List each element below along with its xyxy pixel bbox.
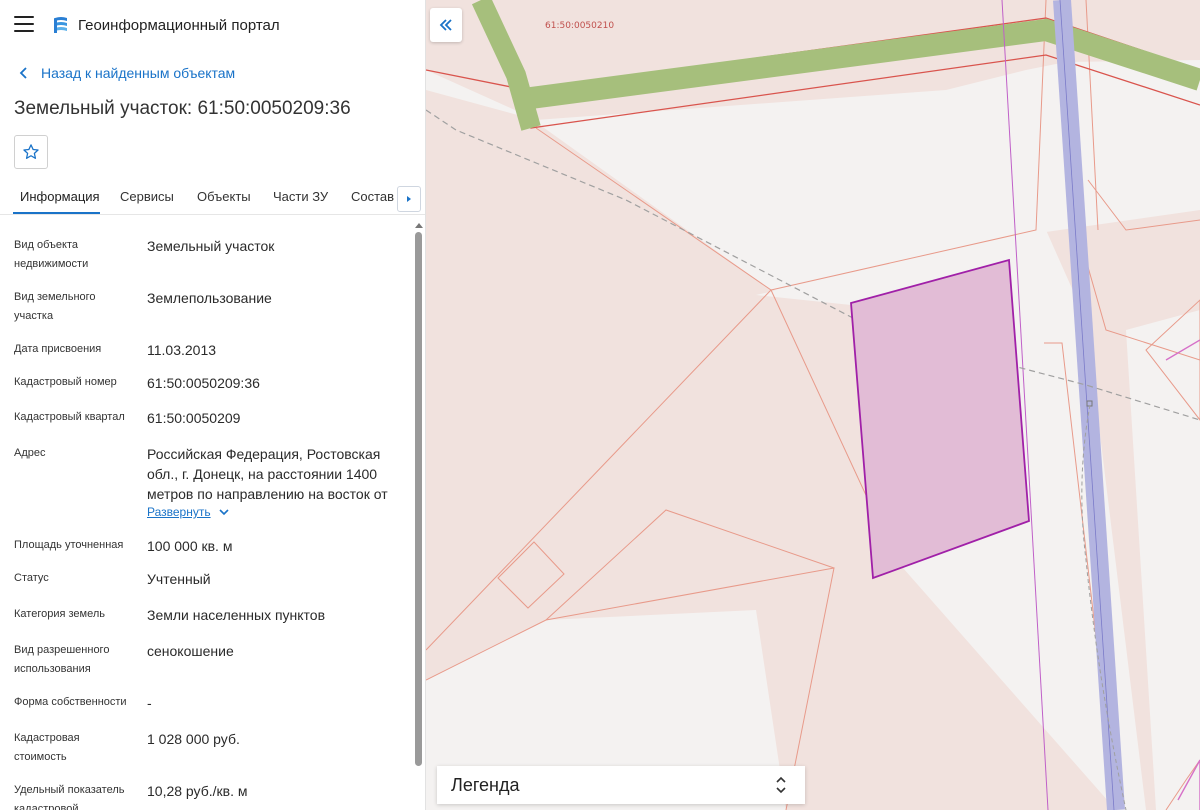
map-view[interactable]: 61:50:0050210 — [426, 0, 1200, 810]
collapse-panel-button[interactable] — [430, 8, 462, 42]
star-icon — [23, 144, 39, 159]
attribute-value: 10,28 руб./кв. м — [147, 783, 248, 799]
favorite-button[interactable] — [14, 135, 48, 169]
tab-parcel-parts[interactable]: Части ЗУ — [273, 189, 328, 204]
attribute-value: Землепользование — [147, 290, 272, 306]
attribute-value: Учтенный — [147, 571, 211, 587]
active-tab-indicator — [13, 212, 100, 214]
attribute-label: Удельный показатель кадастровой — [14, 784, 125, 810]
expand-collapse-icon[interactable] — [775, 775, 787, 795]
attribute-value: Российская Федерация, Ростовская обл., г… — [147, 446, 388, 502]
tab-information[interactable]: Информация — [20, 189, 100, 204]
chevron-left-icon — [19, 67, 27, 79]
attribute-label: Кадастровый квартал — [14, 411, 125, 423]
attribute-value: 61:50:0050209:36 — [147, 375, 260, 391]
legend-panel[interactable]: Легенда — [437, 766, 805, 804]
attribute-label: Вид разрешенного использования — [14, 644, 110, 675]
page-title: Земельный участок: 61:50:0050209:36 — [14, 98, 351, 119]
tabs-scroll-right-button[interactable] — [397, 186, 421, 212]
attribute-label: Кадастровый номер — [14, 376, 117, 388]
attribute-value: 1 028 000 руб. — [147, 731, 240, 747]
expand-label: Развернуть — [147, 505, 211, 519]
attribute-label: Дата присвоения — [14, 343, 102, 355]
attribute-value: сенокошение — [147, 643, 234, 659]
attribute-value: 11.03.2013 — [147, 342, 217, 358]
back-link[interactable]: Назад к найденным объектам — [16, 65, 235, 81]
panel-scrollbar[interactable] — [413, 222, 423, 810]
attribute-value: Земли населенных пунктов — [147, 607, 326, 623]
portal-logo-icon — [54, 17, 67, 33]
attribute-label: Адрес — [14, 447, 46, 459]
caret-right-icon — [407, 196, 411, 202]
attribute-label: Кадастровая стоимость — [14, 732, 80, 763]
hamburger-icon[interactable] — [14, 16, 34, 34]
top-bar: Геоинформационный портал — [0, 0, 425, 52]
double-chevron-left-icon — [439, 19, 452, 31]
tab-objects[interactable]: Объекты — [197, 189, 251, 204]
app-title: Геоинформационный портал — [78, 17, 280, 34]
scrollbar-thumb[interactable] — [415, 232, 422, 766]
tab-composition[interactable]: Состав — [351, 189, 394, 204]
tab-bar: Информация Сервисы Объекты Части ЗУ Сост… — [0, 180, 425, 215]
attribute-value: Земельный участок — [147, 238, 275, 254]
expand-address-link[interactable]: Развернуть — [147, 505, 229, 519]
attribute-label: Площадь уточненная — [14, 539, 124, 551]
attribute-label: Статус — [14, 572, 49, 584]
cadastral-map[interactable] — [426, 0, 1200, 810]
scroll-up-arrow-icon[interactable] — [415, 223, 423, 228]
attribute-label: Вид объекта недвижимости — [14, 239, 89, 270]
attribute-label: Категория земель — [14, 608, 105, 620]
quarter-number-label: 61:50:0050210 — [545, 21, 615, 31]
attribute-label: Вид земельного участка — [14, 291, 96, 322]
attribute-value: 100 000 кв. м — [147, 538, 233, 554]
back-link-label: Назад к найденным объектам — [41, 65, 236, 81]
chevron-down-icon — [219, 509, 229, 516]
attribute-label: Форма собственности — [14, 696, 127, 708]
info-panel: Геоинформационный портал Назад к найденн… — [0, 0, 426, 810]
legend-label: Легенда — [451, 775, 520, 795]
tab-services[interactable]: Сервисы — [120, 189, 174, 204]
attribute-value: - — [147, 695, 152, 711]
attribute-value: 61:50:0050209 — [147, 410, 241, 426]
selected-parcel[interactable] — [850, 258, 1030, 580]
